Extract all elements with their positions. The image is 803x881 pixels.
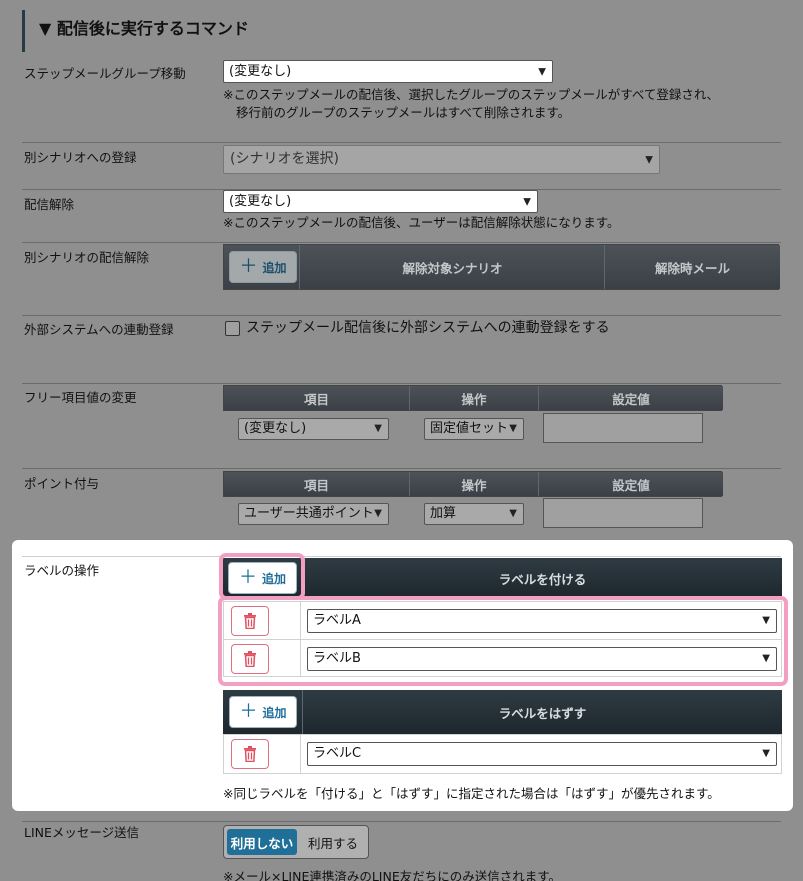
line-message-label: LINEメッセージ送信	[24, 825, 140, 840]
divider	[22, 242, 781, 243]
free-item-op-select[interactable]: 固定値セット ▼	[424, 418, 524, 440]
scenario-unsubscribe-table: 解除対象シナリオ 解除時メール	[223, 244, 780, 290]
free-item-value-input[interactable]	[543, 413, 703, 443]
free-item-op-value: 固定値セット	[430, 421, 509, 436]
points-label: ポイント付与	[24, 476, 100, 491]
remove-label-value: ラベルC	[313, 746, 362, 761]
col-item: 項目	[224, 386, 409, 410]
highlight-rows	[218, 596, 788, 686]
external-label: 外部システムへの連動登録	[24, 322, 174, 337]
remove-header: ラベルをはずす	[302, 690, 782, 734]
add-button-label: 追加	[262, 260, 287, 275]
free-item-select-value: (変更なし)	[244, 421, 307, 436]
attach-add-button[interactable]: ＋ 追加	[228, 562, 297, 594]
col-value: 設定値	[538, 386, 723, 410]
section-title: ▼ 配信後に実行するコマンド	[22, 10, 422, 52]
line-off-option[interactable]: 利用しない	[227, 829, 297, 855]
divider	[22, 468, 781, 469]
chevron-down-icon: ▼	[538, 66, 546, 77]
line-on-option[interactable]: 利用する	[302, 829, 364, 855]
scenario-register-label: 別シナリオへの登録	[24, 150, 137, 165]
divider	[22, 383, 781, 384]
points-value-input[interactable]	[543, 498, 703, 528]
points-item-value: ユーザー共通ポイント	[244, 506, 374, 521]
remove-table-header: ラベルをはずす	[223, 690, 782, 734]
scenario-select-placeholder: (シナリオを選択)	[230, 151, 339, 167]
line-message-note: ※メール×LINE連携済みのLINE友だちにのみ送信されます。	[223, 869, 561, 881]
chevron-down-icon: ▼	[509, 508, 517, 519]
plus-icon: ＋	[239, 256, 258, 277]
trash-icon	[244, 746, 256, 762]
unsubscribe-select[interactable]: (変更なし) ▼	[223, 190, 538, 213]
line-message-toggle[interactable]: 利用しない 利用する	[223, 825, 369, 859]
free-item-label: フリー項目値の変更	[24, 390, 137, 405]
external-checkbox[interactable]	[225, 321, 240, 336]
plus-icon: ＋	[238, 567, 257, 588]
label-ops-note: ※同じラベルを「付ける」と「はずす」に指定された場合は「はずす」が優先されます。	[223, 786, 720, 801]
scenario-select[interactable]: (シナリオを選択) ▼	[223, 145, 660, 174]
col-op: 操作	[409, 472, 538, 496]
step-group-note-1: ※このステップメールの配信後、選択したグループのステップメールがすべて登録され、	[223, 87, 719, 102]
chevron-down-icon: ▼	[523, 196, 531, 207]
free-item-header: 項目 操作 設定値	[223, 385, 723, 411]
label-ops-label: ラベルの操作	[24, 563, 100, 578]
plus-icon: ＋	[239, 701, 258, 722]
attach-table-header: ラベルを付ける	[223, 558, 782, 598]
col-scenario: 解除対象シナリオ	[299, 245, 605, 289]
add-button-label: 追加	[261, 571, 286, 586]
remove-add-button[interactable]: ＋ 追加	[229, 696, 297, 728]
scenario-unsubscribe-add-button[interactable]: ＋ 追加	[229, 251, 297, 283]
col-value: 設定値	[538, 472, 723, 496]
unsubscribe-note: ※このステップメールの配信後、ユーザーは配信解除状態になります。	[223, 215, 620, 230]
divider	[22, 556, 781, 557]
divider	[300, 734, 301, 774]
unsubscribe-label: 配信解除	[24, 197, 75, 212]
unsubscribe-select-value: (変更なし)	[229, 194, 292, 209]
chevron-down-icon: ▼	[374, 508, 382, 519]
col-op: 操作	[409, 386, 538, 410]
chevron-down-icon: ▼	[374, 423, 382, 434]
divider	[22, 315, 781, 316]
points-header: 項目 操作 設定値	[223, 471, 723, 497]
step-group-note-2: 移行前のグループのステップメールはすべて削除されます。	[236, 105, 571, 120]
col-mail: 解除時メール	[604, 245, 780, 289]
free-item-select[interactable]: (変更なし) ▼	[238, 418, 389, 440]
add-button-label: 追加	[262, 705, 287, 720]
step-group-select-value: (変更なし)	[229, 64, 292, 79]
points-op-value: 加算	[430, 506, 457, 521]
external-checkbox-label[interactable]: ステップメール配信後に外部システムへの連動登録をする	[246, 319, 610, 337]
divider	[22, 142, 781, 143]
scenario-unsubscribe-label: 別シナリオの配信解除	[24, 250, 150, 265]
chevron-down-icon: ▼	[509, 423, 517, 434]
step-group-label: ステップメールグループ移動	[24, 66, 186, 81]
attach-header: ラベルを付ける	[302, 558, 782, 598]
points-op-select[interactable]: 加算 ▼	[424, 503, 524, 525]
delete-button[interactable]	[231, 739, 269, 769]
points-item-select[interactable]: ユーザー共通ポイント ▼	[238, 503, 389, 525]
col-item: 項目	[224, 472, 409, 496]
chevron-down-icon: ▼	[762, 748, 770, 759]
chevron-down-icon: ▼	[645, 154, 653, 165]
step-group-select[interactable]: (変更なし) ▼	[223, 60, 553, 83]
remove-label-select[interactable]: ラベルC ▼	[307, 742, 777, 766]
